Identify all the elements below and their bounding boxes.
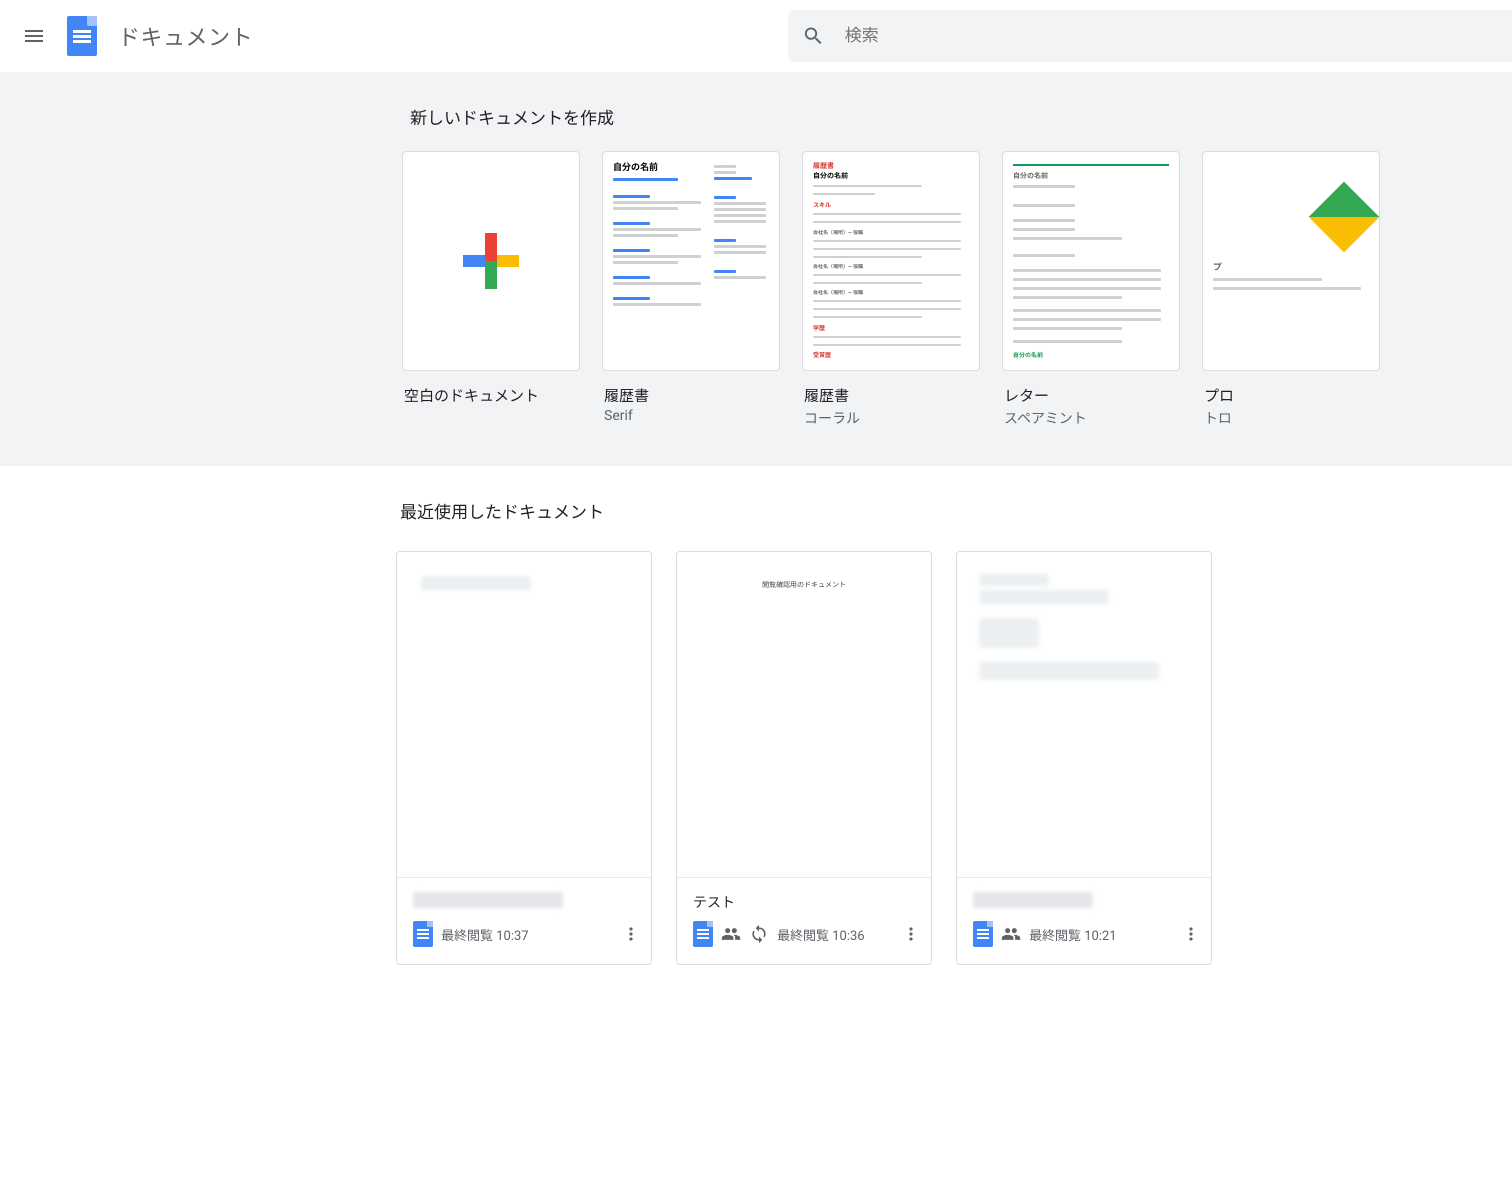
template-gallery: 新しいドキュメントを作成 空白のドキュメント bbox=[0, 72, 1512, 466]
main-menu-button[interactable] bbox=[10, 12, 58, 60]
recent-section-title: 最近使用したドキュメント bbox=[396, 494, 1486, 551]
doc-preview bbox=[397, 552, 651, 878]
template-partial[interactable]: プ プロ トロ bbox=[1202, 151, 1242, 430]
search-icon bbox=[802, 24, 825, 48]
template-card: プ bbox=[1202, 151, 1380, 371]
template-gallery-title: 新しいドキュメントを作成 bbox=[402, 96, 1492, 151]
more-vert-icon bbox=[901, 924, 921, 944]
app-title: ドキュメント bbox=[118, 20, 253, 52]
template-blank[interactable]: 空白のドキュメント bbox=[402, 151, 580, 430]
template-subtitle: Serif bbox=[604, 408, 778, 424]
template-title: 履歴書 bbox=[804, 385, 978, 406]
recent-doc[interactable]: 最終閲覧 10:37 bbox=[396, 551, 652, 965]
docs-file-icon bbox=[973, 921, 993, 947]
doc-last-seen: 最終閲覧 10:37 bbox=[441, 925, 529, 944]
doc-more-button[interactable] bbox=[1175, 918, 1207, 950]
template-title: プロ bbox=[1204, 385, 1240, 406]
recent-doc[interactable]: 閲覧確認用のドキュメント テスト 最終閲覧 10:36 bbox=[676, 551, 932, 965]
template-subtitle: コーラル bbox=[804, 408, 978, 428]
docs-file-icon bbox=[693, 921, 713, 947]
app-header: ドキュメント bbox=[0, 0, 1512, 72]
doc-more-button[interactable] bbox=[615, 918, 647, 950]
template-title: 履歴書 bbox=[604, 385, 778, 406]
more-vert-icon bbox=[1181, 924, 1201, 944]
template-card: 自分の名前 自分の名前 bbox=[1002, 151, 1180, 371]
docs-logo-icon bbox=[67, 16, 97, 56]
doc-preview bbox=[957, 552, 1211, 878]
more-vert-icon bbox=[621, 924, 641, 944]
doc-more-button[interactable] bbox=[895, 918, 927, 950]
search-bar[interactable] bbox=[788, 10, 1512, 62]
template-blank-card bbox=[402, 151, 580, 371]
template-card: 履歴書 自分の名前 スキル 会社名（場所）— 役職 会社名（場所）— 役職 bbox=[802, 151, 980, 371]
recent-doc[interactable]: 最終閲覧 10:21 bbox=[956, 551, 1212, 965]
doc-name: テスト bbox=[693, 892, 927, 910]
template-title: 空白のドキュメント bbox=[404, 385, 578, 406]
doc-name bbox=[973, 892, 1207, 910]
doc-last-seen: 最終閲覧 10:36 bbox=[777, 925, 865, 944]
template-letter-spearmint[interactable]: 自分の名前 自分の名前 bbox=[1002, 151, 1180, 430]
docs-file-icon bbox=[413, 921, 433, 947]
shared-icon bbox=[1001, 924, 1021, 944]
template-subtitle: トロ bbox=[1204, 408, 1240, 428]
shared-icon bbox=[721, 924, 741, 944]
doc-preview: 閲覧確認用のドキュメント bbox=[677, 552, 931, 878]
doc-last-seen: 最終閲覧 10:21 bbox=[1029, 925, 1117, 944]
doc-preview-title: 閲覧確認用のドキュメント bbox=[693, 574, 915, 590]
template-resume-serif[interactable]: 自分の名前 bbox=[602, 151, 780, 430]
template-resume-coral[interactable]: 履歴書 自分の名前 スキル 会社名（場所）— 役職 会社名（場所）— 役職 bbox=[802, 151, 980, 430]
template-card: 自分の名前 bbox=[602, 151, 780, 371]
search-input[interactable] bbox=[845, 26, 1512, 46]
template-subtitle: スペアミント bbox=[1004, 408, 1178, 428]
template-title: レター bbox=[1004, 385, 1178, 406]
recent-section: 最近使用したドキュメント 最終閲覧 10:37 bbox=[0, 466, 1512, 1005]
recent-docs-list: 最終閲覧 10:37 閲覧確認用のドキュメント テスト bbox=[396, 551, 1486, 965]
docs-logo[interactable] bbox=[64, 14, 100, 58]
sync-icon bbox=[749, 924, 769, 944]
doc-name bbox=[413, 892, 647, 910]
plus-icon bbox=[463, 233, 519, 289]
template-list: 空白のドキュメント 自分の名前 bbox=[402, 151, 1492, 430]
hamburger-icon bbox=[22, 24, 46, 48]
